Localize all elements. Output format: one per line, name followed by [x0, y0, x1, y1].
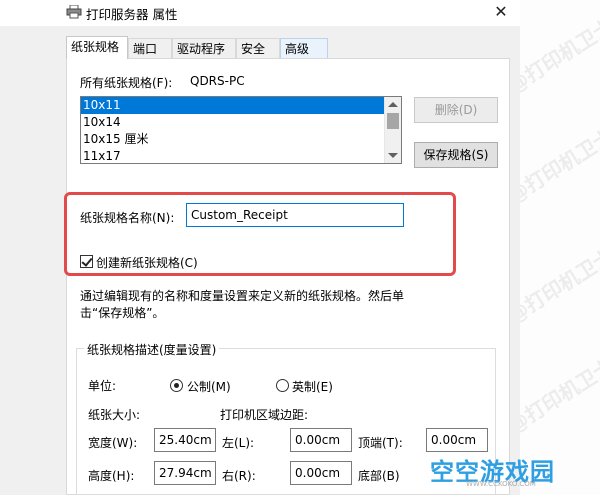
list-item[interactable]: 11x17 — [81, 148, 401, 163]
paper-size-label: 纸张大小: — [88, 408, 141, 422]
help-text: 击“保存规格”。 — [80, 306, 165, 320]
site-logo-url: WWW.CCKOKO.COM — [466, 480, 536, 488]
right-margin-label: 右(R): — [222, 469, 256, 483]
delete-button[interactable]: 删除(D) — [414, 97, 498, 123]
form-name-input[interactable]: Custom_Receipt — [186, 203, 404, 227]
english-radio[interactable] — [276, 379, 289, 392]
list-scrollbar[interactable] — [384, 97, 401, 163]
window-title: 打印服务器 属性 — [86, 7, 178, 22]
tab-forms[interactable]: 纸张规格 — [66, 36, 128, 59]
english-label: 英制(E) — [292, 380, 333, 394]
tab-security[interactable]: 安全 — [236, 38, 280, 58]
left-margin-label: 左(L): — [222, 436, 255, 450]
scroll-thumb[interactable] — [387, 113, 399, 129]
tab-drivers[interactable]: 驱动程序 — [172, 38, 236, 58]
width-input[interactable]: 25.40cm — [154, 428, 216, 452]
radio-dot-icon — [174, 383, 179, 388]
units-label: 单位: — [88, 379, 117, 393]
scroll-down-icon[interactable] — [388, 153, 398, 158]
list-item[interactable]: 10x11 — [81, 97, 401, 114]
check-icon — [81, 255, 93, 267]
group-title: 纸张规格描述(度量设置) — [84, 341, 220, 358]
left-margin-input[interactable]: 0.00cm — [290, 428, 352, 452]
bottom-margin-label: 底部(B) — [358, 469, 400, 483]
server-name: QDRS-PC — [190, 74, 245, 88]
scroll-up-icon[interactable] — [388, 102, 398, 107]
all-forms-label: 所有纸张规格(F): — [80, 76, 173, 90]
save-form-button[interactable]: 保存规格(S) — [414, 142, 498, 168]
margins-label: 打印机区域边距: — [220, 408, 309, 422]
tab-advanced[interactable]: 高级 — [280, 38, 328, 58]
close-button[interactable]: ✕ — [482, 0, 520, 26]
height-label: 高度(H): — [88, 469, 135, 483]
list-item[interactable]: 10x15 厘米 — [81, 131, 401, 148]
create-new-form-checkbox[interactable] — [80, 255, 93, 268]
printer-icon — [66, 5, 82, 19]
right-margin-input[interactable]: 0.00cm — [290, 461, 352, 485]
create-new-form-label: 创建新纸张规格(C) — [96, 256, 198, 270]
forms-listbox[interactable]: 10x11 10x14 10x15 厘米 11x17 — [80, 96, 402, 164]
height-input[interactable]: 27.94cm — [154, 461, 216, 485]
help-text: 通过编辑现有的名称和度量设置来定义新的纸张规格。然后单 — [80, 289, 405, 303]
tab-ports[interactable]: 端口 — [128, 38, 172, 58]
width-label: 宽度(W): — [88, 436, 138, 450]
metric-radio[interactable] — [170, 379, 183, 392]
top-margin-label: 顶端(T): — [358, 436, 403, 450]
metric-label: 公制(M) — [187, 380, 231, 394]
top-margin-input[interactable]: 0.00cm — [426, 428, 488, 452]
list-item[interactable]: 10x14 — [81, 114, 401, 131]
form-name-label: 纸张规格名称(N): — [80, 211, 175, 225]
